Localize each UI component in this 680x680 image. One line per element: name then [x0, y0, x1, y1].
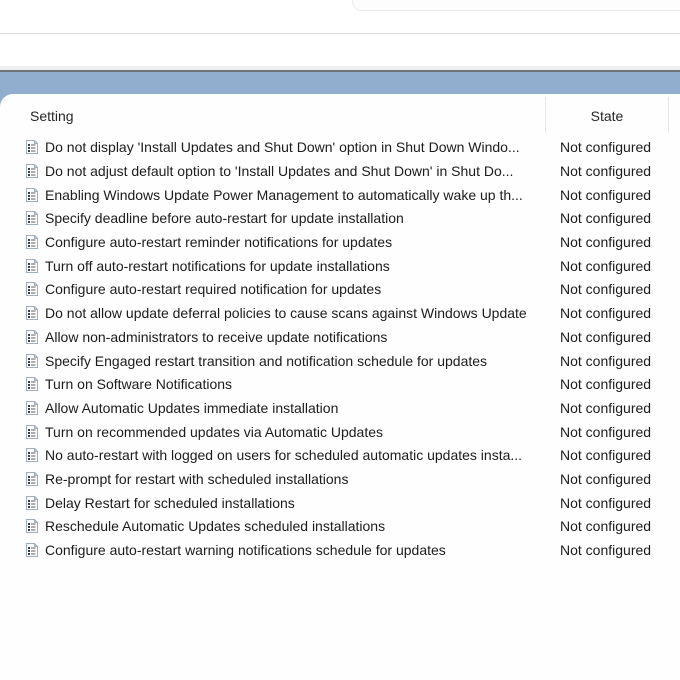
setting-row[interactable]: Re-prompt for restart with scheduled ins…: [0, 467, 680, 491]
setting-row[interactable]: Configure auto-restart warning notificat…: [0, 538, 680, 562]
setting-name: Configure auto-restart warning notificat…: [45, 542, 446, 559]
setting-state: Not configured: [560, 494, 652, 511]
setting-state: Not configured: [560, 542, 652, 559]
policy-setting-icon: [25, 424, 39, 440]
setting-state: Not configured: [560, 139, 652, 156]
policy-setting-icon: [25, 305, 39, 321]
setting-row[interactable]: Allow Automatic Updates immediate instal…: [0, 396, 680, 420]
setting-name: Turn on Software Notifications: [45, 376, 233, 393]
policy-setting-icon: [25, 163, 39, 179]
policy-setting-icon: [25, 353, 39, 369]
setting-state: Not configured: [560, 210, 652, 227]
setting-name: Reschedule Automatic Updates scheduled i…: [45, 518, 386, 535]
setting-row[interactable]: Specify deadline before auto-restart for…: [0, 207, 680, 231]
setting-name: Allow non-administrators to receive upda…: [45, 328, 388, 345]
policy-setting-icon: [25, 400, 39, 416]
policy-setting-icon: [25, 281, 39, 297]
setting-state: Not configured: [560, 399, 652, 416]
setting-state: Not configured: [560, 281, 652, 298]
setting-row[interactable]: Enabling Windows Update Power Management…: [0, 183, 680, 207]
setting-row[interactable]: Turn on Software Notifications Not confi…: [0, 372, 680, 396]
setting-state: Not configured: [560, 423, 652, 440]
column-separator[interactable]: [668, 97, 669, 133]
setting-row[interactable]: Allow non-administrators to receive upda…: [0, 325, 680, 349]
setting-name: Configure auto-restart required notifica…: [45, 281, 382, 298]
setting-name: Turn on recommended updates via Automati…: [45, 423, 384, 440]
setting-name: No auto-restart with logged on users for…: [45, 447, 523, 464]
policy-setting-icon: [25, 210, 39, 226]
policy-setting-icon: [25, 542, 39, 558]
setting-state: Not configured: [560, 470, 652, 487]
setting-state: Not configured: [560, 305, 652, 322]
column-header-state[interactable]: State: [546, 108, 668, 124]
setting-row[interactable]: Do not adjust default option to 'Install…: [0, 159, 680, 183]
setting-name: Delay Restart for scheduled installation…: [45, 494, 295, 511]
setting-name: Configure auto-restart reminder notifica…: [45, 234, 393, 251]
setting-name: Allow Automatic Updates immediate instal…: [45, 399, 339, 416]
setting-row[interactable]: Specify Engaged restart transition and n…: [0, 349, 680, 373]
policy-setting-icon: [25, 139, 39, 155]
setting-name: Do not allow update deferral policies to…: [45, 305, 527, 322]
policy-setting-icon: [25, 187, 39, 203]
policy-setting-icon: [25, 234, 39, 250]
setting-state: Not configured: [560, 328, 652, 345]
settings-panel: Setting State Do not display 'Install Up…: [0, 94, 680, 680]
setting-state: Not configured: [560, 518, 652, 535]
horizontal-divider: [0, 33, 680, 34]
setting-state: Not configured: [560, 376, 652, 393]
setting-state: Not configured: [560, 257, 652, 274]
policy-setting-icon: [25, 258, 39, 274]
upper-panel-bottom-edge: [352, 0, 680, 11]
policy-setting-icon: [25, 495, 39, 511]
setting-name: Specify Engaged restart transition and n…: [45, 352, 488, 369]
policy-setting-icon: [25, 376, 39, 392]
setting-row[interactable]: Delay Restart for scheduled installation…: [0, 491, 680, 515]
column-header-setting[interactable]: Setting: [30, 108, 74, 124]
setting-row[interactable]: Reschedule Automatic Updates scheduled i…: [0, 515, 680, 539]
setting-row[interactable]: Do not allow update deferral policies to…: [0, 301, 680, 325]
policy-setting-icon: [25, 471, 39, 487]
setting-name: Turn off auto-restart notifications for …: [45, 257, 390, 274]
setting-state: Not configured: [560, 186, 652, 203]
setting-name: Specify deadline before auto-restart for…: [45, 210, 404, 227]
setting-row[interactable]: Configure auto-restart reminder notifica…: [0, 230, 680, 254]
policy-setting-icon: [25, 518, 39, 534]
setting-row[interactable]: Configure auto-restart required notifica…: [0, 278, 680, 302]
setting-state: Not configured: [560, 447, 652, 464]
settings-list: Do not display 'Install Updates and Shut…: [0, 136, 680, 562]
setting-name: Do not display 'Install Updates and Shut…: [45, 139, 520, 156]
setting-state: Not configured: [560, 163, 652, 180]
setting-row[interactable]: Do not display 'Install Updates and Shut…: [0, 136, 680, 160]
setting-name: Re-prompt for restart with scheduled ins…: [45, 470, 349, 487]
policy-setting-icon: [25, 447, 39, 463]
policy-setting-icon: [25, 329, 39, 345]
setting-row[interactable]: Turn on recommended updates via Automati…: [0, 420, 680, 444]
setting-row[interactable]: No auto-restart with logged on users for…: [0, 443, 680, 467]
column-separator[interactable]: [545, 97, 546, 133]
setting-name: Enabling Windows Update Power Management…: [45, 186, 523, 203]
list-column-header: Setting State: [0, 94, 680, 135]
setting-name: Do not adjust default option to 'Install…: [45, 163, 514, 180]
setting-state: Not configured: [560, 352, 652, 369]
setting-row[interactable]: Turn off auto-restart notifications for …: [0, 254, 680, 278]
setting-state: Not configured: [560, 234, 652, 251]
